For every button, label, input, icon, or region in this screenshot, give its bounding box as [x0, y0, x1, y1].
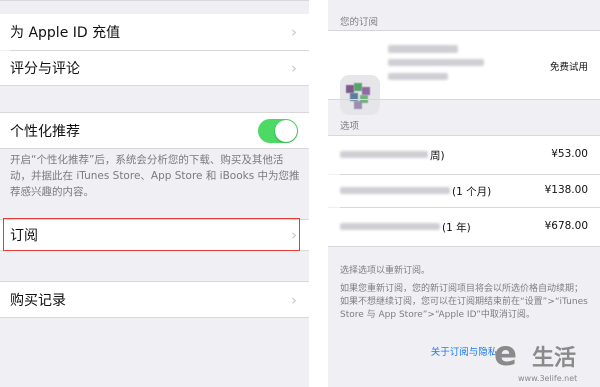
ratings-reviews-label: 评分与评论 [10, 61, 80, 77]
plan-option-row[interactable]: 周) ¥53.00 [328, 136, 600, 174]
app-icon [340, 75, 380, 115]
ratings-reviews-row[interactable]: 评分与评论 › [0, 51, 309, 85]
personalized-recommendations-row: 个性化推荐 [0, 113, 309, 148]
personalized-recommendations-label: 个性化推荐 [10, 123, 80, 140]
chevron-right-icon: › [291, 59, 297, 77]
plan-duration: (1 年) [442, 222, 471, 234]
personalized-recommendations-toggle[interactable] [258, 118, 298, 143]
current-subscription-row: 免费试用 [328, 31, 600, 115]
chevron-right-icon: › [291, 290, 297, 309]
plan-price: ¥678.00 [544, 220, 588, 232]
plan-price: ¥53.00 [551, 148, 588, 160]
settings-panel: 为 Apple ID 充值 › 评分与评论 › 个性化推荐 开启“个性化推荐”后… [0, 0, 309, 387]
plan-option-row[interactable]: (1 个月) ¥138.00 [328, 175, 600, 207]
subscriptions-row[interactable]: 订阅 › [0, 220, 309, 250]
top-up-apple-id-label: 为 Apple ID 充值 [10, 25, 121, 41]
options-header: 选项 [340, 121, 360, 132]
purchase-history-row[interactable]: 购买记录 › [0, 282, 309, 317]
resubscribe-hint: 选择选项以重新订阅。 [340, 266, 431, 276]
plan-option-row[interactable]: (1 年) ¥678.00 [328, 208, 600, 246]
plan-price: ¥138.00 [544, 184, 588, 196]
purchase-history-label: 购买记录 [10, 292, 66, 309]
toggle-knob [275, 119, 297, 142]
watermark-text: 生活 [532, 346, 577, 371]
chevron-right-icon: › [291, 23, 297, 41]
your-subscription-header: 您的订阅 [340, 17, 379, 28]
plan-duration: (1 个月) [452, 186, 492, 198]
watermark-glyph: e [494, 334, 518, 374]
renewal-note: 如果您重新订阅，您的新订阅项目将会以所选价格自动续期；如果不想继续订阅，您可以在… [340, 284, 588, 320]
personalized-recommendations-description: 开启“个性化推荐”后，系统会分析您的下载、购买及其他活动，并据此在 iTunes… [10, 154, 300, 198]
watermark-logo: e 生活 www.3elife.net [490, 332, 600, 387]
subscription-panel: 您的订阅 免费试用 选项 周) ¥53.00 (1 个月) ¥138.00 (1… [328, 0, 600, 387]
subscriptions-label: 订阅 [10, 228, 38, 244]
watermark-url: www.3elife.net [518, 374, 578, 383]
chevron-right-icon: › [291, 226, 297, 244]
current-status-label: 免费试用 [549, 62, 588, 73]
top-up-apple-id-row[interactable]: 为 Apple ID 充值 › [0, 14, 309, 50]
panel-gutter [309, 0, 328, 387]
plan-duration: 周) [430, 150, 445, 162]
